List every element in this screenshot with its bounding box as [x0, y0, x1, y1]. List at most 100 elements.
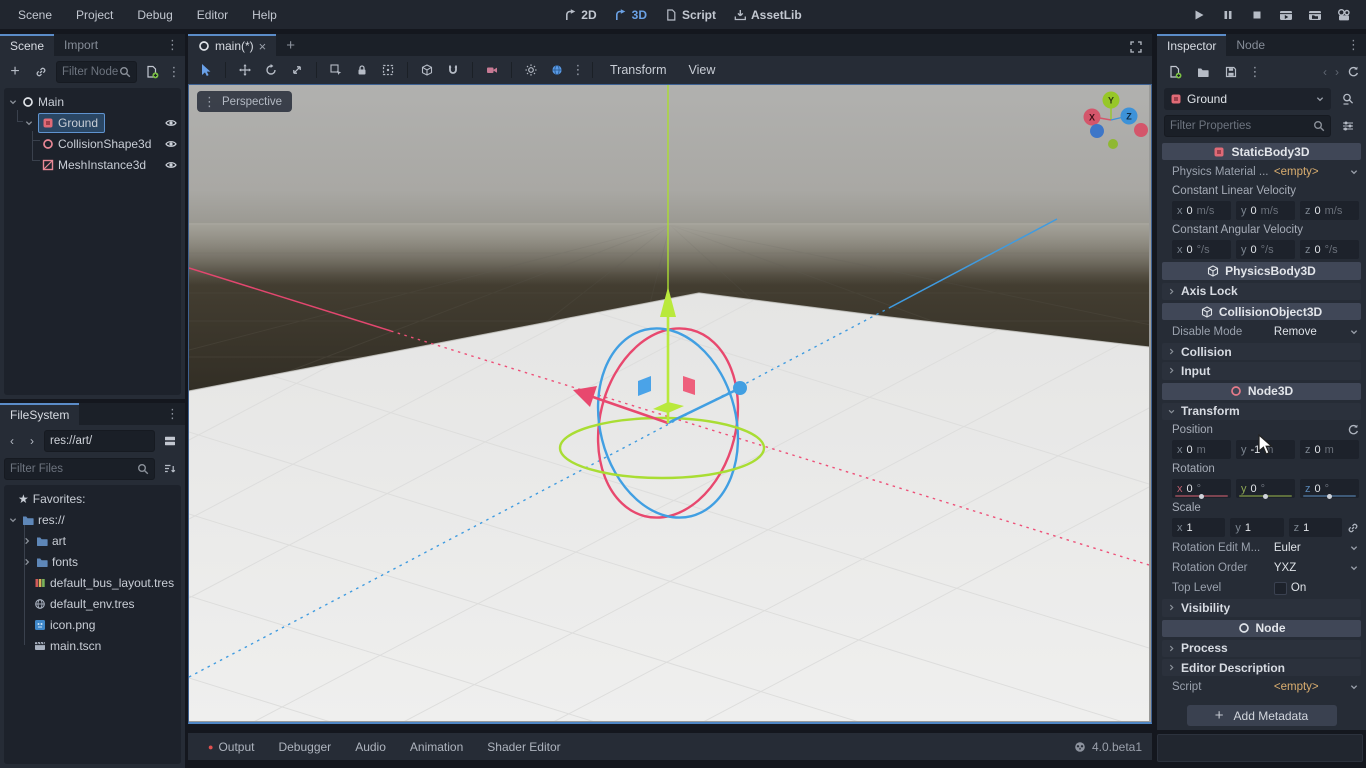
filter-nodes-input[interactable] [62, 66, 119, 78]
physics-material-dropdown[interactable]: <empty> [1274, 166, 1359, 178]
menu-help[interactable]: Help [242, 5, 287, 25]
tab-inspector[interactable]: Inspector [1157, 34, 1226, 56]
tab-scene[interactable]: Scene [0, 34, 54, 56]
move-mode-button[interactable] [233, 59, 257, 81]
section-editor-description[interactable]: Editor Description [1162, 659, 1361, 676]
cav-y-field[interactable]: y0°/s [1236, 240, 1295, 259]
menu-debug[interactable]: Debug [127, 5, 182, 25]
tree-item-main[interactable]: Main [4, 91, 181, 112]
new-scene-tab-button[interactable]: + [276, 34, 305, 56]
scene-tree-menu-icon[interactable]: ⋮ [167, 64, 181, 80]
position-z-field[interactable]: z0m [1300, 440, 1359, 459]
shader-editor-button[interactable]: Shader Editor [477, 736, 570, 758]
fs-item-icon-png[interactable]: icon.png [4, 614, 181, 635]
select-mode-button[interactable] [194, 59, 218, 81]
transform-menu[interactable]: Transform [600, 63, 677, 77]
fs-item-main-tscn[interactable]: main.tscn [4, 635, 181, 656]
camera-override-button[interactable] [480, 59, 504, 81]
inspector-menu-icon[interactable]: ⋮ [1347, 37, 1366, 56]
instance-scene-button[interactable] [30, 61, 52, 83]
position-x-field[interactable]: x0m [1172, 440, 1231, 459]
audio-button[interactable]: Audio [345, 736, 396, 758]
animation-button[interactable]: Animation [400, 736, 473, 758]
file-sort-button[interactable] [159, 458, 181, 480]
menu-editor[interactable]: Editor [187, 5, 238, 25]
menu-scene[interactable]: Scene [8, 5, 62, 25]
preview-settings-menu-icon[interactable]: ⋮ [571, 62, 585, 78]
fs-item-fonts[interactable]: fonts [4, 551, 181, 572]
fs-item-default-bus-layout[interactable]: default_bus_layout.tres [4, 572, 181, 593]
output-button[interactable]: ● Output [198, 736, 264, 758]
axis-negative-ball-green[interactable] [1108, 139, 1118, 149]
visibility-eye-icon[interactable] [165, 159, 177, 171]
current-path-input[interactable] [50, 435, 149, 447]
section-axis-lock[interactable]: Axis Lock [1162, 283, 1361, 300]
viewport-3d[interactable]: Y X Z ⋮ Perspective [188, 84, 1152, 724]
tab-node[interactable]: Node [1226, 34, 1275, 56]
scale-mode-button[interactable] [285, 59, 309, 81]
history-back-icon[interactable]: ‹ [1323, 65, 1327, 79]
scale-link-icon[interactable] [1347, 522, 1359, 534]
workspace-assetlib-button[interactable]: AssetLib [734, 8, 802, 22]
edited-node-selector[interactable]: Ground [1164, 88, 1331, 110]
workspace-3d-button[interactable]: 3D [615, 8, 647, 22]
rotate-mode-button[interactable] [259, 59, 283, 81]
open-docs-button[interactable] [1337, 88, 1359, 110]
new-resource-button[interactable] [1164, 61, 1186, 83]
fs-item-res[interactable]: res:// [4, 509, 181, 530]
clv-y-field[interactable]: y0m/s [1236, 201, 1295, 220]
rotation-order-dropdown[interactable]: YXZ [1274, 562, 1359, 574]
collapse-icon[interactable] [24, 118, 34, 128]
script-dropdown[interactable]: <empty> [1274, 681, 1359, 693]
filter-properties-input[interactable] [1170, 120, 1313, 132]
collapse-icon[interactable] [8, 97, 18, 107]
section-process[interactable]: Process [1162, 640, 1361, 657]
view-menu[interactable]: View [679, 63, 726, 77]
visibility-eye-icon[interactable] [165, 117, 177, 129]
movie-maker-button[interactable] [1336, 7, 1352, 23]
filter-files-input[interactable] [10, 463, 137, 475]
history-list-icon[interactable] [1347, 66, 1359, 78]
tab-filesystem[interactable]: FileSystem [0, 403, 79, 425]
fs-item-default-env[interactable]: default_env.tres [4, 593, 181, 614]
property-filter-button[interactable] [1337, 115, 1359, 137]
menu-project[interactable]: Project [66, 5, 123, 25]
rotation-x-field[interactable]: x0° [1172, 479, 1231, 498]
tree-item-collisionshape3d[interactable]: CollisionShape3d [4, 133, 181, 154]
scene-dock-menu-icon[interactable]: ⋮ [166, 37, 185, 56]
workspace-2d-button[interactable]: 2D [564, 8, 596, 22]
projection-selector[interactable]: ⋮ Perspective [197, 91, 292, 112]
section-collision[interactable]: Collision [1162, 343, 1361, 360]
play-scene-button[interactable] [1278, 7, 1294, 23]
close-tab-icon[interactable]: × [259, 39, 267, 54]
top-level-checkbox[interactable]: On [1274, 582, 1359, 595]
history-forward-button[interactable]: › [24, 430, 40, 452]
rotation-edit-mode-dropdown[interactable]: Euler [1274, 542, 1359, 554]
viewport-menu-icon[interactable]: ⋮ [203, 94, 216, 110]
visibility-eye-icon[interactable] [165, 138, 177, 150]
checkbox-unchecked[interactable] [1274, 582, 1287, 595]
collapse-icon[interactable] [22, 536, 32, 546]
axis-negative-ball-blue[interactable] [1090, 124, 1104, 138]
local-space-button[interactable] [415, 59, 439, 81]
tree-item-ground[interactable]: Ground [4, 112, 181, 133]
preview-sun-button[interactable] [519, 59, 543, 81]
favorites-row[interactable]: ★ Favorites: [4, 488, 181, 509]
scale-x-field[interactable]: x1 [1172, 518, 1225, 537]
section-input[interactable]: Input [1162, 362, 1361, 379]
scale-y-field[interactable]: y1 [1230, 518, 1283, 537]
lock-node-button[interactable] [350, 59, 374, 81]
list-select-button[interactable] [324, 59, 348, 81]
filesystem-menu-icon[interactable]: ⋮ [166, 406, 185, 425]
debugger-button[interactable]: Debugger [268, 736, 341, 758]
section-transform[interactable]: Transform [1162, 403, 1361, 420]
attach-script-button[interactable] [141, 61, 163, 83]
rotation-z-field[interactable]: z0° [1300, 479, 1359, 498]
preview-environment-button[interactable] [545, 59, 569, 81]
play-custom-scene-button[interactable] [1307, 7, 1323, 23]
axis-negative-ball-red[interactable] [1134, 123, 1148, 137]
load-resource-button[interactable] [1192, 61, 1214, 83]
scale-z-field[interactable]: z1 [1289, 518, 1342, 537]
gizmo-z-ball-handle[interactable] [733, 381, 747, 395]
cav-x-field[interactable]: x0°/s [1172, 240, 1231, 259]
